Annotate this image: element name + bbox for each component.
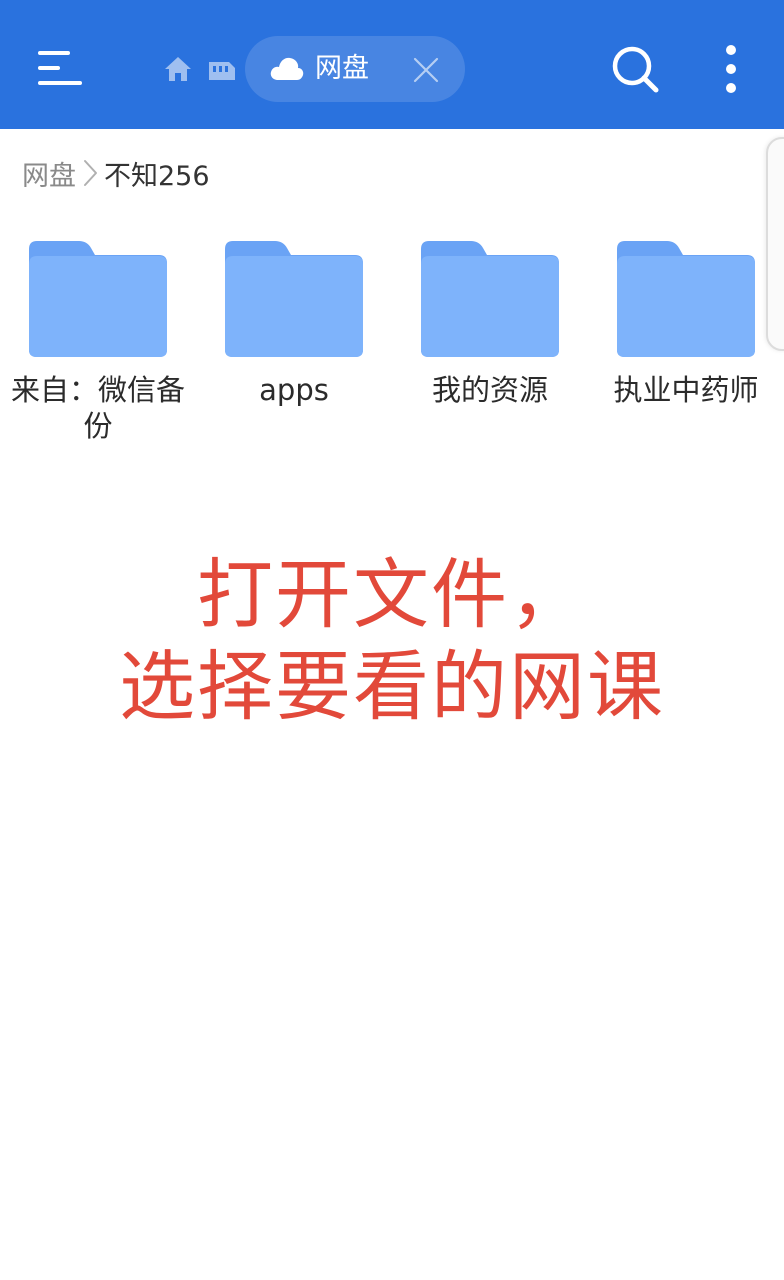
hamburger-menu-icon[interactable] [36, 48, 84, 88]
folder-item[interactable]: 我的资源 [392, 238, 588, 408]
folder-name: 执业中药师 [613, 373, 759, 407]
folder-icon [617, 241, 755, 357]
folder-name: 我的资源 [431, 373, 548, 407]
cloud-icon [269, 54, 305, 82]
folder-name: 来自：微信备份 [10, 373, 185, 443]
breadcrumb-root[interactable]: 网盘 [22, 154, 76, 193]
folder-icon [421, 241, 559, 357]
home-icon[interactable] [163, 54, 193, 84]
search-icon[interactable] [610, 44, 660, 94]
top-app-bar: 网盘 [0, 0, 784, 129]
breadcrumb-current[interactable]: 不知256 [104, 154, 210, 193]
breadcrumb: 网盘 不知256 [22, 152, 210, 194]
chevron-right-icon [80, 158, 102, 188]
folder-name: apps [259, 373, 329, 407]
tab-netdisk[interactable]: 网盘 [245, 36, 465, 102]
more-vertical-icon[interactable] [716, 42, 746, 96]
close-icon[interactable] [412, 56, 440, 84]
folder-item[interactable]: apps [196, 238, 392, 408]
folder-item[interactable]: 执业中药师 [588, 238, 784, 408]
folder-item[interactable]: 来自：微信备份 [0, 238, 196, 444]
instruction-caption-line1: 打开文件， [197, 550, 587, 639]
tab-label: 网盘 [315, 53, 369, 84]
folder-icon [29, 241, 167, 357]
storage-card-icon[interactable] [207, 58, 237, 82]
folder-icon [225, 241, 363, 357]
instruction-caption-line2: 选择要看的网课 [119, 642, 665, 731]
